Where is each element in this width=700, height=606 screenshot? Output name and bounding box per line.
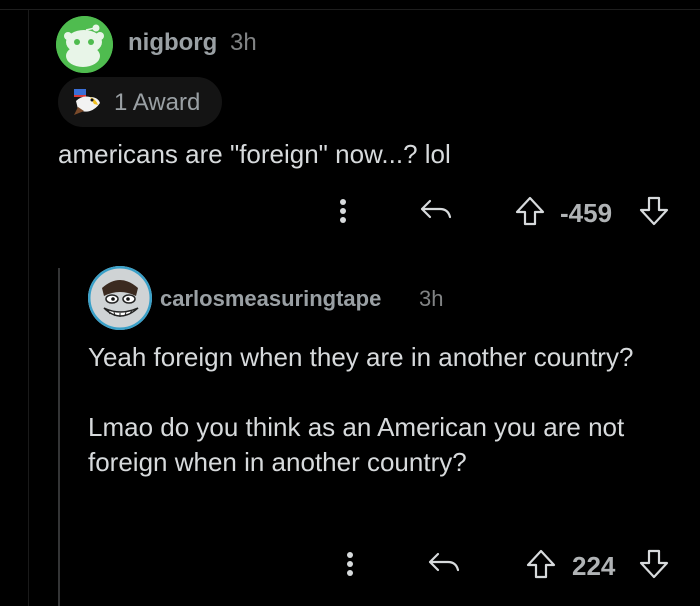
comment-actions: -459 xyxy=(0,191,700,231)
outer-thread-line xyxy=(28,10,29,606)
upvote-arrow-icon[interactable] xyxy=(514,195,546,227)
reply-icon[interactable] xyxy=(418,197,454,225)
downvote-arrow-icon[interactable] xyxy=(638,548,670,580)
snoo-avatar-icon[interactable] xyxy=(56,16,113,73)
vote-count: 224 xyxy=(572,551,616,581)
comment-body: americans are "foreign" now...? lol xyxy=(58,139,451,169)
comment-body: Yeah foreign when they are in another co… xyxy=(88,340,688,515)
upvote-arrow-icon[interactable] xyxy=(525,548,557,580)
vote-count: -459 xyxy=(560,198,613,228)
comment-paragraph: Yeah foreign when they are in another co… xyxy=(88,342,634,372)
comment-paragraph: Lmao do you think as an American you are… xyxy=(88,412,625,477)
more-options-icon[interactable] xyxy=(337,191,349,231)
comment-actions: 224 xyxy=(0,544,700,584)
eagle-award-icon xyxy=(72,87,102,117)
comment-author[interactable]: nigborg xyxy=(128,29,217,57)
award-badge[interactable]: 1 Award xyxy=(58,77,222,127)
award-label: 1 Award xyxy=(114,89,201,116)
comment-timestamp: 3h xyxy=(419,286,444,311)
downvote-arrow-icon[interactable] xyxy=(638,195,670,227)
more-options-icon[interactable] xyxy=(344,544,356,584)
top-divider xyxy=(0,9,700,10)
troll-face-avatar-icon[interactable] xyxy=(88,266,152,330)
comment-author[interactable]: carlosmeasuringtape xyxy=(160,286,381,312)
reply-icon[interactable] xyxy=(426,550,462,578)
comment-timestamp: 3h xyxy=(230,29,257,56)
